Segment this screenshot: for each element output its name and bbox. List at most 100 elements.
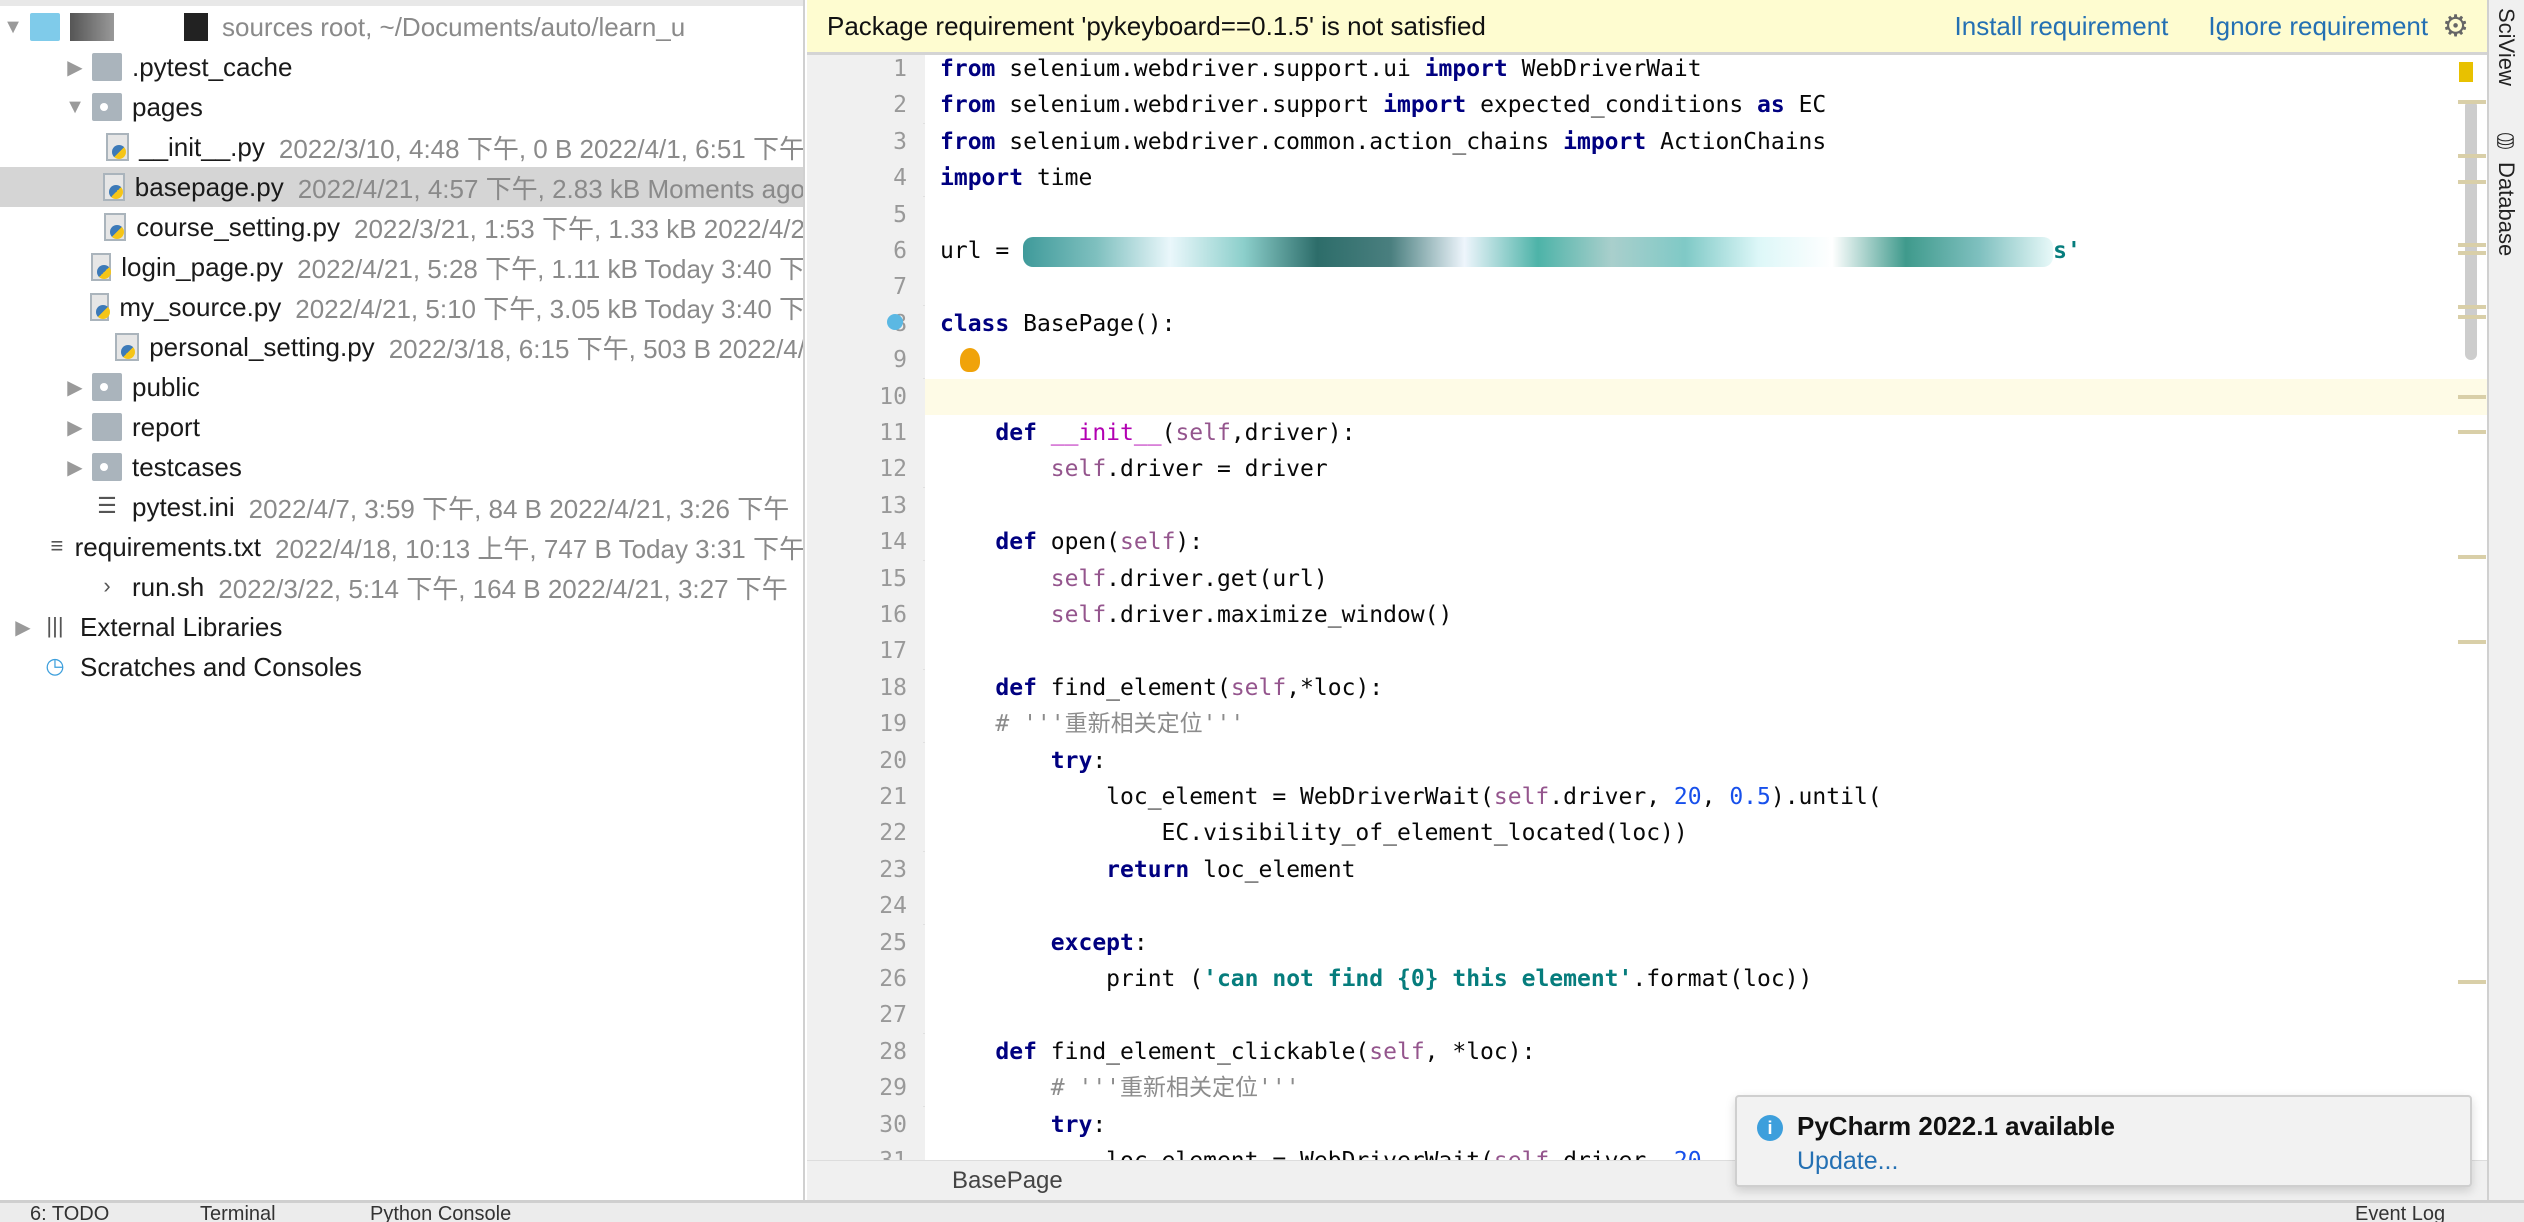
terminal-tab[interactable]: Terminal: [200, 1203, 276, 1222]
source-folder-icon: [30, 13, 60, 41]
package-folder-icon: [92, 453, 122, 481]
chevron-down-icon[interactable]: ▼: [62, 96, 88, 119]
code-text: # '''重新相关定位''': [940, 706, 1244, 742]
code-line[interactable]: 14 def open(self):: [807, 524, 2487, 561]
tree-item[interactable]: ▶ public: [0, 367, 803, 407]
code-token-pl: selenium.webdriver.common.action_chains: [995, 128, 1564, 155]
tree-item[interactable]: ▼ pages: [0, 87, 803, 127]
code-token-kw: def: [995, 1038, 1037, 1065]
code-line[interactable]: 10: [807, 378, 2487, 415]
tree-item[interactable]: ▶ .pytest_cache: [0, 47, 803, 87]
ignore-requirement-link[interactable]: Ignore requirement: [2208, 11, 2428, 42]
tree-item[interactable]: ▶ testcases: [0, 447, 803, 487]
tree-item[interactable]: ▶ ||| External Libraries: [0, 607, 803, 647]
code-editor[interactable]: 1 from selenium.webdriver.support.ui impo…: [807, 55, 2487, 1160]
code-line[interactable]: 26 print ('can not find {0} this element…: [807, 961, 2487, 997]
code-line[interactable]: 19 # '''重新相关定位''': [807, 706, 2487, 743]
root-path: sources root, ~/Documents/auto/learn_u: [222, 11, 686, 42]
code-line[interactable]: 12 self.driver = driver: [807, 451, 2487, 488]
tree-item[interactable]: personal_setting.py 2022/3/18, 6:15 下午, 5…: [0, 327, 803, 367]
error-stripe-mark[interactable]: [2458, 305, 2486, 309]
error-stripe-mark[interactable]: [2458, 555, 2486, 559]
tree-item[interactable]: ☰ pytest.ini 2022/4/7, 3:59 下午, 84 B 2022/…: [0, 487, 803, 527]
code-line[interactable]: 18 def find_element(self,*loc):: [807, 669, 2487, 706]
error-stripe-mark[interactable]: [2458, 395, 2486, 399]
gear-icon[interactable]: ⚙: [2442, 9, 2469, 44]
chevron-right-icon[interactable]: ▶: [62, 55, 88, 80]
chevron-down-icon[interactable]: ▼: [0, 16, 26, 39]
error-stripe-mark[interactable]: [2458, 315, 2486, 319]
code-line[interactable]: 28 def find_element_clickable(self, *loc…: [807, 1033, 2487, 1070]
code-line[interactable]: 6 url = s': [807, 233, 2487, 269]
error-stripe-mark[interactable]: [2458, 430, 2486, 434]
database-tab[interactable]: Database: [2493, 162, 2519, 256]
code-token-kw: as: [1757, 92, 1785, 119]
code-line[interactable]: 24: [807, 888, 2487, 925]
code-line[interactable]: 3 from selenium.webdriver.common.action_c…: [807, 123, 2487, 160]
error-stripe-mark[interactable]: [2458, 980, 2486, 984]
line-number: 29: [807, 1070, 925, 1107]
code-line[interactable]: 13: [807, 487, 2487, 524]
editor-scrollbar[interactable]: [2465, 100, 2477, 360]
code-line[interactable]: 20 try:: [807, 742, 2487, 779]
chevron-right-icon[interactable]: ▶: [62, 415, 88, 440]
todo-tab[interactable]: 6: TODO: [30, 1203, 109, 1222]
error-stripe-mark[interactable]: [2458, 100, 2486, 104]
chevron-right-icon[interactable]: ▶: [62, 375, 88, 400]
file-meta: 2022/4/21, 5:10 下午, 3.05 kB Today 3:40 下: [295, 293, 805, 324]
code-line[interactable]: 25 except:: [807, 924, 2487, 961]
code-line[interactable]: 8 class BasePage():: [807, 305, 2487, 342]
warning-marker[interactable]: [2459, 62, 2473, 82]
code-token-num: 20: [1674, 1148, 1702, 1160]
code-line[interactable]: 2 from selenium.webdriver.support import …: [807, 87, 2487, 124]
lightbulb-icon[interactable]: [960, 348, 980, 373]
code-line[interactable]: 23 return loc_element: [807, 851, 2487, 888]
error-stripe-mark[interactable]: [2458, 154, 2486, 158]
error-stripe-mark[interactable]: [2458, 180, 2486, 184]
tree-item[interactable]: login_page.py 2022/4/21, 5:28 下午, 1.11 kB…: [0, 247, 803, 287]
tree-item[interactable]: ≡ requirements.txt 2022/4/18, 10:13 上午, 74…: [0, 527, 805, 567]
code-line[interactable]: 16 self.driver.maximize_window(): [807, 597, 2487, 633]
sciview-tab[interactable]: SciView: [2493, 8, 2519, 86]
python-console-tab[interactable]: Python Console: [370, 1203, 511, 1222]
chevron-right-icon[interactable]: ▶: [62, 455, 88, 480]
code-line[interactable]: 9: [807, 342, 2487, 379]
tree-root[interactable]: ▼ sources root, ~/Documents/auto/learn_u: [0, 7, 803, 47]
line-number: 30: [807, 1106, 925, 1143]
tree-item[interactable]: __init__.py 2022/3/10, 4:48 下午, 0 B 2022/…: [0, 127, 803, 167]
code-token-kw: try: [1050, 1111, 1093, 1138]
error-stripe-mark[interactable]: [2458, 640, 2486, 644]
code-line[interactable]: 1 from selenium.webdriver.support.ui impo…: [807, 55, 2487, 87]
code-line[interactable]: 27: [807, 997, 2487, 1034]
tree-item[interactable]: my_source.py 2022/4/21, 5:10 下午, 3.05 kB …: [0, 287, 805, 327]
tree-item-label: public: [132, 371, 200, 402]
code-line[interactable]: 4 import time: [807, 160, 2487, 197]
code-line[interactable]: 22 EC.visibility_of_element_located(loc)…: [807, 815, 2487, 852]
code-line[interactable]: 7: [807, 269, 2487, 306]
error-stripe-mark[interactable]: [2458, 251, 2486, 255]
code-line[interactable]: 11 def __init__(self,driver):: [807, 415, 2487, 451]
code-line[interactable]: 5: [807, 196, 2487, 233]
implementation-marker-icon[interactable]: [887, 313, 903, 330]
code-text: try:: [940, 743, 1106, 779]
update-link[interactable]: Update...: [1797, 1147, 1898, 1176]
error-stripe-mark[interactable]: [2458, 243, 2486, 247]
tree-item[interactable]: basepage.py 2022/4/21, 4:57 下午, 2.83 kB M…: [0, 167, 803, 207]
database-icon[interactable]: ⛁: [2493, 130, 2519, 155]
install-requirement-link[interactable]: Install requirement: [1955, 11, 2169, 42]
tree-item[interactable]: ▶ report: [0, 407, 803, 447]
code-text: self.driver = driver: [940, 451, 1328, 487]
event-log-tab[interactable]: Event Log: [2355, 1203, 2445, 1222]
code-line[interactable]: 17: [807, 633, 2487, 670]
code-token-pl: .driver,: [1549, 1148, 1674, 1160]
update-notification: i PyCharm 2022.1 available Update...: [1735, 1095, 2472, 1187]
tree-item[interactable]: course_setting.py 2022/3/21, 1:53 下午, 1.3…: [0, 207, 803, 247]
code-line[interactable]: 21 loc_element = WebDriverWait(self.driv…: [807, 779, 2487, 815]
chevron-right-icon[interactable]: ▶: [10, 615, 36, 640]
code-line[interactable]: 15 self.driver.get(url): [807, 560, 2487, 597]
tree-item[interactable]: › run.sh 2022/3/22, 5:14 下午, 164 B 2022/4/…: [0, 567, 803, 607]
file-meta: 2022/4/18, 10:13 上午, 747 B Today 3:31 下午: [275, 533, 805, 564]
breadcrumb-item[interactable]: BasePage: [952, 1167, 1063, 1194]
tree-item[interactable]: ◷ Scratches and Consoles: [0, 647, 803, 687]
